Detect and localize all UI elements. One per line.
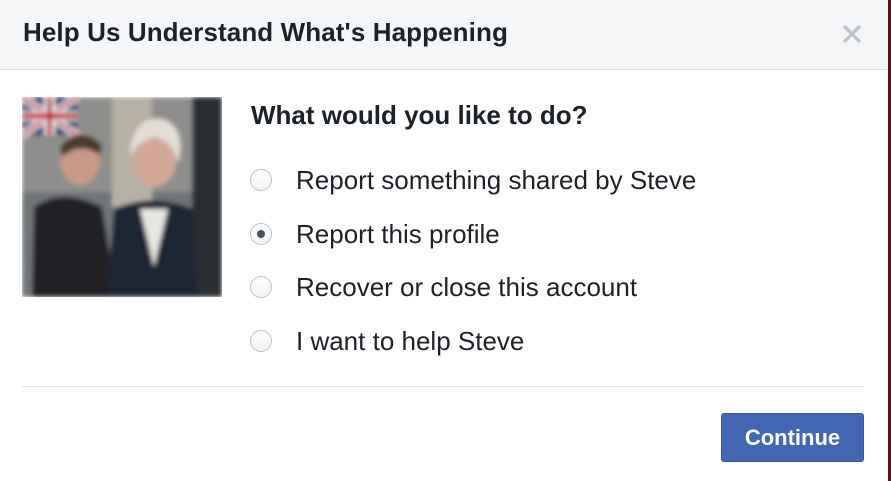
radio-button[interactable] (250, 330, 272, 352)
close-icon[interactable] (840, 22, 864, 46)
option-label: Report something shared by Steve (296, 164, 697, 195)
option-help-user[interactable]: I want to help Steve (250, 321, 810, 361)
page: Help Us Understand What's Happening What… (0, 0, 891, 481)
dialog-header: Help Us Understand What's Happening (0, 0, 888, 70)
option-report-shared[interactable]: Report something shared by Steve (250, 160, 810, 200)
question-heading: What would you like to do? (251, 100, 588, 130)
footer-divider (22, 386, 864, 387)
continue-button[interactable]: Continue (721, 413, 864, 462)
profile-photo (22, 97, 222, 297)
option-label: I want to help Steve (296, 325, 525, 356)
report-dialog: Help Us Understand What's Happening What… (0, 0, 888, 481)
option-recover-account[interactable]: Recover or close this account (250, 267, 810, 307)
option-label: Report this profile (296, 218, 500, 249)
radio-button-selected[interactable] (250, 223, 272, 245)
radio-button[interactable] (250, 276, 272, 298)
radio-button[interactable] (250, 169, 272, 191)
option-report-profile[interactable]: Report this profile (250, 214, 810, 254)
option-label: Recover or close this account (296, 271, 638, 302)
dialog-title: Help Us Understand What's Happening (23, 17, 508, 47)
